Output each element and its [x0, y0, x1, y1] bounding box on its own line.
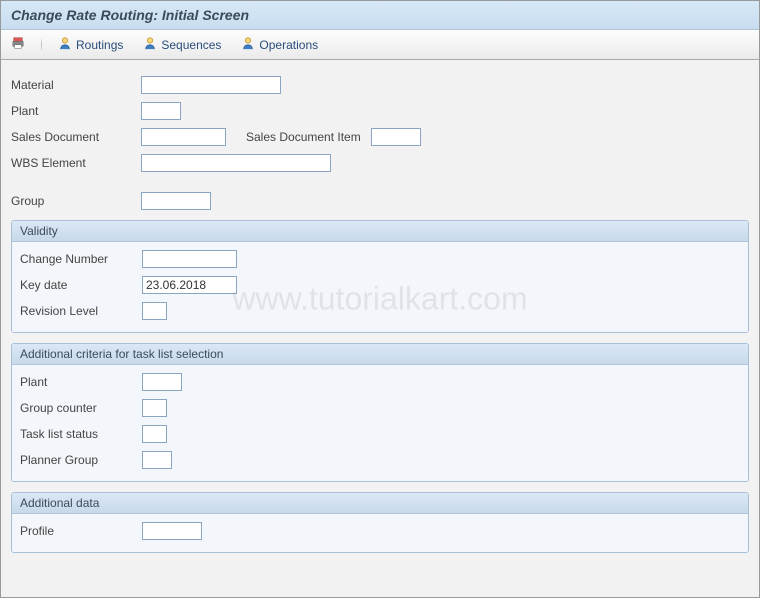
status-label: Task list status [20, 427, 142, 441]
routings-label: Routings [76, 38, 123, 52]
planner-label: Planner Group [20, 453, 142, 467]
person-icon [241, 36, 255, 53]
print-icon [11, 36, 25, 53]
status-input[interactable] [142, 425, 167, 443]
toolbar-divider [41, 36, 42, 54]
profile-label: Profile [20, 524, 142, 538]
group-counter-label: Group counter [20, 401, 142, 415]
toolbar: Routings Sequences Operations [1, 30, 759, 60]
person-icon [143, 36, 157, 53]
plant-input[interactable] [141, 102, 181, 120]
sequences-label: Sequences [161, 38, 221, 52]
page-title: Change Rate Routing: Initial Screen [1, 1, 759, 30]
criteria-plant-label: Plant [20, 375, 142, 389]
group-counter-input[interactable] [142, 399, 167, 417]
key-date-input[interactable] [142, 276, 237, 294]
salesdoc-input[interactable] [141, 128, 226, 146]
revision-input[interactable] [142, 302, 167, 320]
change-number-label: Change Number [20, 252, 142, 266]
criteria-plant-input[interactable] [142, 373, 182, 391]
form-area: Material Plant Sales Document Sales Docu… [1, 60, 759, 573]
revision-label: Revision Level [20, 304, 142, 318]
change-number-input[interactable] [142, 250, 237, 268]
validity-title: Validity [12, 221, 748, 242]
operations-label: Operations [259, 38, 318, 52]
profile-input[interactable] [142, 522, 202, 540]
wbs-label: WBS Element [11, 156, 141, 170]
wbs-input[interactable] [141, 154, 331, 172]
salesdocitem-label: Sales Document Item [246, 130, 361, 144]
criteria-group: Additional criteria for task list select… [11, 343, 749, 482]
operations-button[interactable]: Operations [237, 34, 322, 55]
routings-button[interactable]: Routings [54, 34, 127, 55]
salesdocitem-input[interactable] [371, 128, 421, 146]
key-date-label: Key date [20, 278, 142, 292]
material-input[interactable] [141, 76, 281, 94]
salesdoc-label: Sales Document [11, 130, 141, 144]
group-input[interactable] [141, 192, 211, 210]
criteria-title: Additional criteria for task list select… [12, 344, 748, 365]
additional-group: Additional data Profile [11, 492, 749, 553]
material-label: Material [11, 78, 141, 92]
plant-label: Plant [11, 104, 141, 118]
validity-group: Validity Change Number Key date Revision… [11, 220, 749, 333]
person-icon [58, 36, 72, 53]
additional-title: Additional data [12, 493, 748, 514]
print-button[interactable] [7, 34, 29, 55]
planner-input[interactable] [142, 451, 172, 469]
group-label: Group [11, 194, 141, 208]
sequences-button[interactable]: Sequences [139, 34, 225, 55]
